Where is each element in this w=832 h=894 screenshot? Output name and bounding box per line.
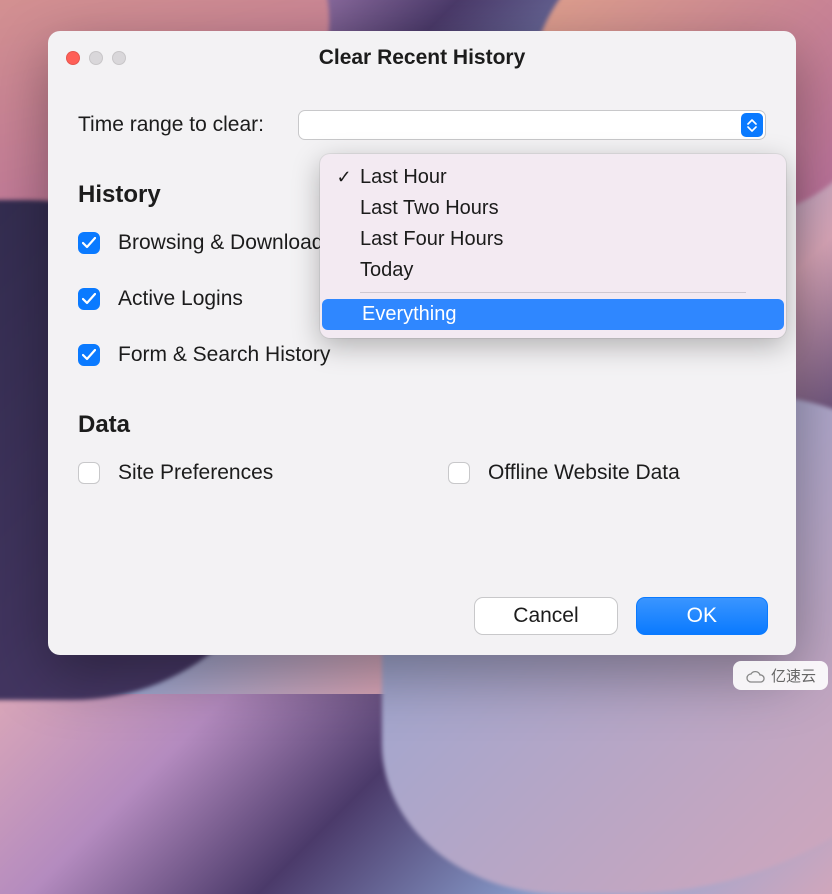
form-search-history-row: Form & Search History <box>78 343 448 367</box>
browsing-download-history-checkbox[interactable] <box>78 232 100 254</box>
form-search-history-checkbox[interactable] <box>78 344 100 366</box>
titlebar: Clear Recent History <box>48 31 796 85</box>
dialog-title: Clear Recent History <box>48 46 796 70</box>
timerange-option-last-hour[interactable]: ✓ Last Hour <box>320 162 786 193</box>
site-preferences-label: Site Preferences <box>118 461 273 485</box>
option-label: Last Hour <box>360 166 447 189</box>
option-label: Last Four Hours <box>360 228 503 251</box>
offline-website-data-checkbox[interactable] <box>448 462 470 484</box>
checkmark-icon: ✓ <box>334 167 354 188</box>
offline-website-data-row: Offline Website Data <box>448 461 766 485</box>
timerange-option-last-four-hours[interactable]: Last Four Hours <box>320 224 786 255</box>
timerange-label: Time range to clear: <box>78 113 264 137</box>
select-arrows-icon <box>741 113 763 137</box>
dialog-window: Clear Recent History Time range to clear… <box>48 31 796 655</box>
cancel-button[interactable]: Cancel <box>474 597 617 635</box>
timerange-option-everything[interactable]: Everything <box>322 299 784 330</box>
form-search-history-label: Form & Search History <box>118 343 330 367</box>
offline-website-data-label: Offline Website Data <box>488 461 680 485</box>
timerange-select[interactable] <box>298 110 766 140</box>
option-label: Everything <box>362 303 457 326</box>
ok-button[interactable]: OK <box>636 597 768 635</box>
data-section-title: Data <box>78 411 766 439</box>
site-preferences-checkbox[interactable] <box>78 462 100 484</box>
active-logins-checkbox[interactable] <box>78 288 100 310</box>
timerange-option-last-two-hours[interactable]: Last Two Hours <box>320 193 786 224</box>
watermark-text: 亿速云 <box>771 665 816 686</box>
site-preferences-row: Site Preferences <box>78 461 448 485</box>
active-logins-label: Active Logins <box>118 287 243 311</box>
cloud-icon <box>745 668 765 684</box>
timerange-option-today[interactable]: Today <box>320 255 786 286</box>
dropdown-separator <box>360 292 746 293</box>
option-label: Today <box>360 259 413 282</box>
watermark: 亿速云 <box>733 661 828 690</box>
option-label: Last Two Hours <box>360 197 499 220</box>
timerange-dropdown: ✓ Last Hour Last Two Hours Last Four Hou… <box>320 154 786 338</box>
